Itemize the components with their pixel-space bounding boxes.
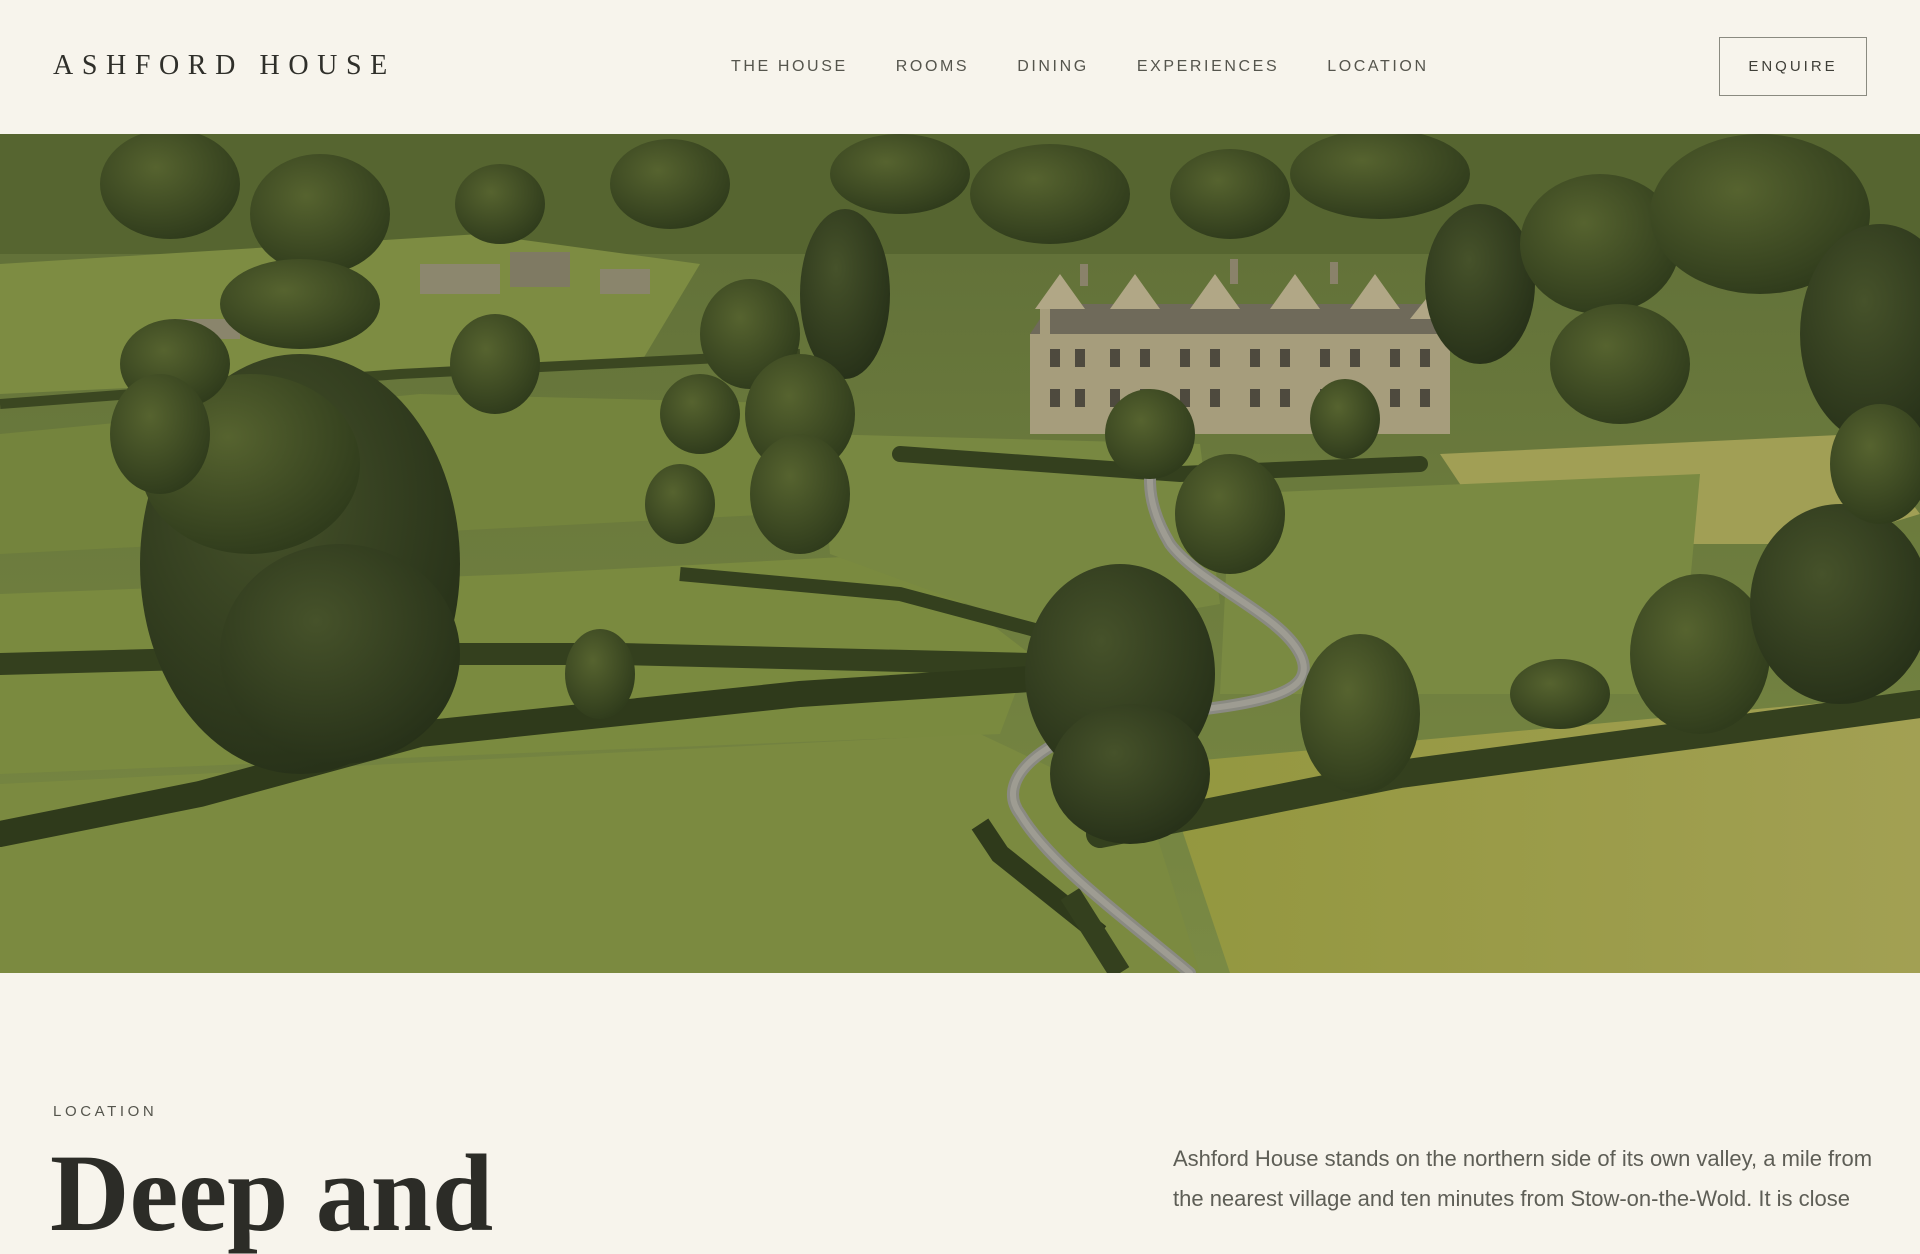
hero-image bbox=[0, 134, 1920, 973]
nav-item-experiences[interactable]: EXPERIENCES bbox=[1137, 54, 1279, 80]
nav-item-rooms[interactable]: ROOMS bbox=[896, 54, 969, 80]
site-header: ASHFORD HOUSE THE HOUSE ROOMS DINING EXP… bbox=[0, 0, 1920, 134]
section-eyebrow: LOCATION bbox=[53, 1103, 158, 1120]
nav-item-location[interactable]: LOCATION bbox=[1327, 54, 1428, 80]
logo[interactable]: ASHFORD HOUSE bbox=[53, 48, 396, 84]
section-heading: Deep and bbox=[50, 1132, 494, 1254]
enquire-button[interactable]: ENQUIRE bbox=[1719, 37, 1867, 96]
main-nav: THE HOUSE ROOMS DINING EXPERIENCES LOCAT… bbox=[731, 54, 1429, 80]
nav-item-the-house[interactable]: THE HOUSE bbox=[731, 54, 848, 80]
intro-section: LOCATION Deep and Ashford House stands o… bbox=[0, 973, 1920, 1248]
hero-landscape-illustration bbox=[0, 134, 1920, 973]
intro-paragraph: Ashford House stands on the northern sid… bbox=[1173, 1146, 1873, 1211]
nav-item-dining[interactable]: DINING bbox=[1017, 54, 1089, 80]
